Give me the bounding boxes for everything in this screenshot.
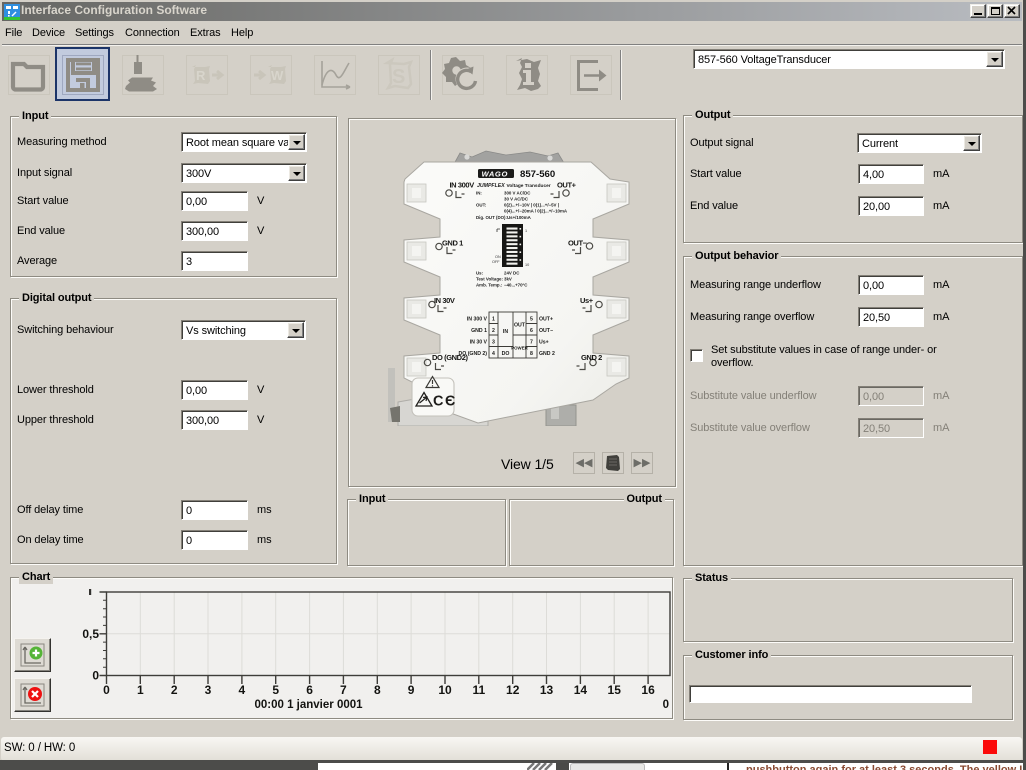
svg-text:2: 2 [171,683,178,697]
svg-text:3: 3 [492,340,495,346]
svg-text:Us:: Us: [476,271,484,276]
svg-text:1: 1 [137,683,144,697]
svg-text:Amb. Temp.:: Amb. Temp.: [476,283,503,288]
svg-text:GND 1: GND 1 [442,239,463,248]
svg-text:GND 2: GND 2 [581,353,602,362]
svg-text:IN 30 V: IN 30 V [470,340,488,346]
svg-text:857-560: 857-560 [520,169,555,180]
svg-text:3kV: 3kV [504,277,512,282]
svg-text:0,5: 0,5 [82,627,99,641]
svg-text:JUMPFLEX: JUMPFLEX [477,183,505,189]
svg-text:13: 13 [540,683,554,697]
svg-text:0: 0 [663,699,669,711]
svg-text:R: R [196,68,206,83]
svg-text:10: 10 [525,263,529,267]
svg-text:8: 8 [374,683,381,697]
svg-text:Voltage Transducer: Voltage Transducer [507,183,551,189]
svg-text:Us+: Us+ [580,296,594,305]
svg-text:IN: IN [503,329,508,335]
svg-text:300 V AC/DC: 300 V AC/DC [504,191,531,196]
svg-text:8: 8 [530,351,533,357]
svg-text:OUT: OUT [514,323,526,329]
svg-text:5: 5 [272,683,279,697]
svg-text:OUT+: OUT+ [539,317,553,323]
svg-text:GND 1: GND 1 [471,328,487,334]
svg-text:POWER: POWER [511,346,528,351]
svg-text:OUT:: OUT: [476,203,487,208]
svg-text:Us+: Us+ [539,340,549,346]
svg-text:IN:: IN: [476,191,482,196]
svg-text:WAGO: WAGO [482,170,508,179]
svg-text:OUT+: OUT+ [557,181,577,190]
svg-text:0: 0 [92,669,99,683]
svg-text:GND 2: GND 2 [539,351,555,357]
svg-text:Dig. OUT (DO):: Dig. OUT (DO): [476,215,508,220]
svg-text:DO: DO [502,351,510,357]
svg-text:IN 300V: IN 300V [450,181,475,190]
svg-text:9: 9 [408,683,415,697]
svg-text:10: 10 [438,683,452,697]
svg-text:OUT−: OUT− [568,239,588,248]
svg-text:7: 7 [340,683,347,697]
svg-text:0(2)...+/−10V | 0(1)...+/−5V |: 0(2)...+/−10V | 0(1)...+/−5V | [504,203,559,208]
svg-text:15: 15 [608,683,622,697]
svg-text:30 V AC/DC: 30 V AC/DC [504,197,529,202]
svg-text:IN 300 V: IN 300 V [467,317,488,323]
svg-text:5: 5 [530,317,533,323]
svg-text:16: 16 [641,683,655,697]
svg-text:DO (GND 2): DO (GND 2) [458,351,487,357]
svg-text:IN 30V: IN 30V [434,296,455,305]
svg-text:4: 4 [239,683,246,697]
svg-text:OFF: OFF [492,260,500,264]
svg-text:4: 4 [492,351,495,357]
svg-text:11: 11 [472,683,485,697]
svg-text:OUT−: OUT− [539,328,553,334]
svg-text:−40...+70°C: −40...+70°C [504,283,528,288]
svg-text:14: 14 [574,683,588,697]
svg-text:Test Voltage:: Test Voltage: [476,277,503,282]
svg-text:2: 2 [492,328,495,334]
svg-text:1: 1 [525,229,527,233]
svg-text:12: 12 [506,683,520,697]
svg-text:7: 7 [530,340,533,346]
svg-text:6: 6 [530,328,533,334]
svg-text:0(4)...+/−20mA / 0(2)...+/−10m: 0(4)...+/−20mA / 0(2)...+/−10mA [504,209,568,214]
svg-text:0: 0 [103,683,110,697]
svg-text:ON: ON [495,255,501,259]
svg-text:CЄ: CЄ [433,394,457,410]
svg-text:Us+/100mA: Us+/100mA [507,215,532,220]
svg-text:6: 6 [306,683,313,697]
svg-text:S: S [392,66,405,88]
svg-text:W: W [271,68,284,83]
svg-text:1: 1 [492,317,495,323]
svg-text:00:00 1 janvier 0001: 00:00 1 janvier 0001 [254,699,363,711]
svg-text:3: 3 [205,683,212,697]
svg-text:24V DC: 24V DC [504,271,520,276]
